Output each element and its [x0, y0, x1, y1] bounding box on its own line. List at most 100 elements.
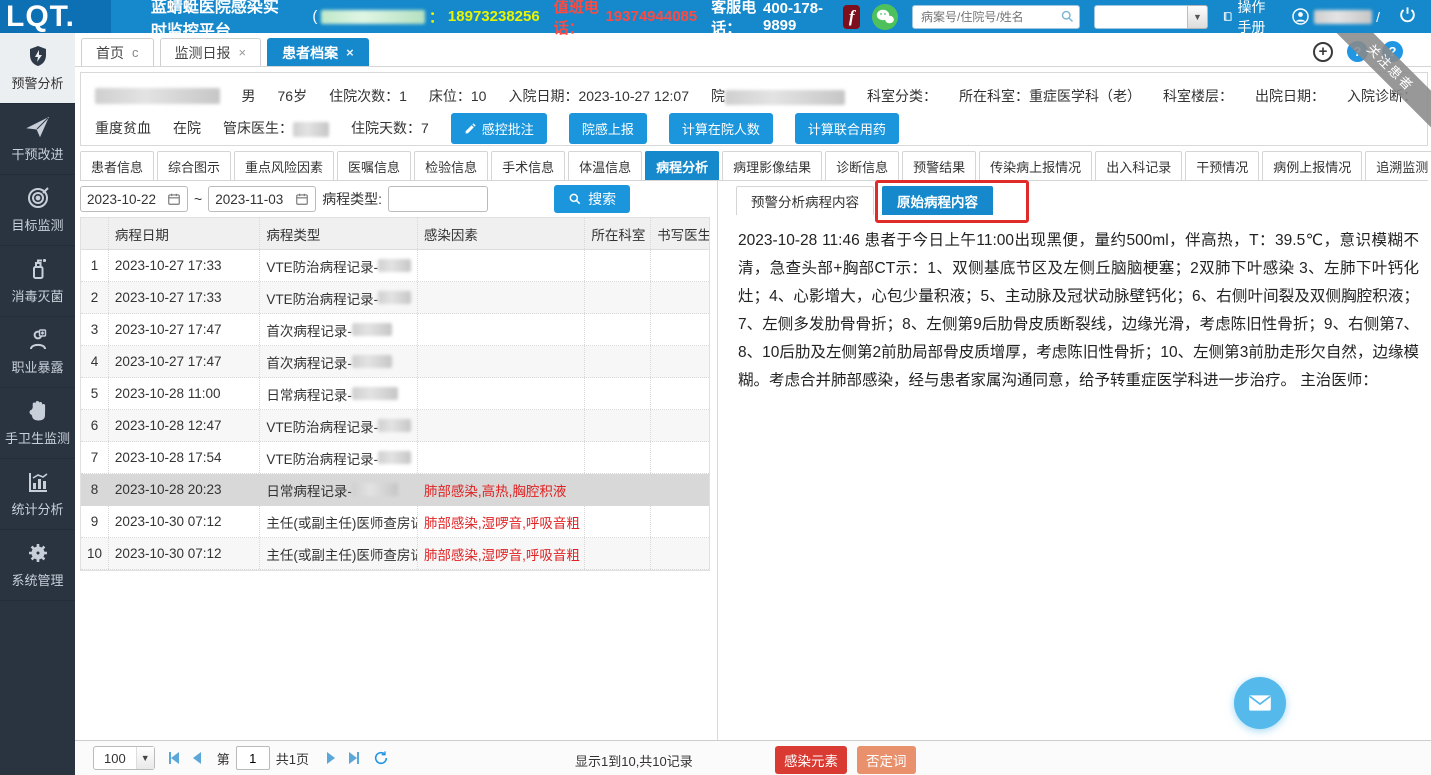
- first-page-button[interactable]: [169, 752, 179, 764]
- sidebar-item-occupational-exposure[interactable]: 职业暴露: [0, 317, 75, 388]
- sidebar-item-intervention[interactable]: 干预改进: [0, 104, 75, 175]
- sidebar-item-hand-hygiene[interactable]: 手卫生监测: [0, 388, 75, 459]
- last-page-button[interactable]: [349, 752, 359, 764]
- title-paren: (: [312, 8, 317, 25]
- header-dropdown[interactable]: ▼: [1094, 5, 1208, 29]
- course-type-input[interactable]: [388, 186, 488, 212]
- sidebar-item-target-monitor[interactable]: 目标监测: [0, 175, 75, 246]
- chevron-down-icon[interactable]: ▼: [1188, 5, 1208, 29]
- page-size-select[interactable]: 100 ▼: [93, 746, 155, 770]
- pagination-bar: 100 ▼ 第 共1页 显示1到10,共10记录 感染元素 否定词: [75, 740, 1431, 775]
- main-area: 首页 c 监测日报 × 患者档案 × + ? ? 关注患者 男 76岁 住院次数…: [75, 33, 1431, 775]
- hotline-label: ：: [429, 6, 444, 27]
- dropdown-field: [1094, 5, 1188, 29]
- tab-course-analysis[interactable]: 病程分析: [645, 151, 719, 180]
- table-row[interactable]: 10 2023-10-30 07:12 主任(或副主任)医师查房记录 肺部感染,…: [81, 538, 709, 570]
- tab-original-content[interactable]: 原始病程内容: [882, 186, 993, 215]
- tab-pathology-imaging[interactable]: 病理影像结果: [722, 151, 822, 180]
- tab-overview-chart[interactable]: 综合图示: [157, 151, 231, 180]
- close-icon[interactable]: ×: [346, 45, 354, 60]
- close-icon[interactable]: ×: [239, 45, 247, 60]
- tab-patient-archive[interactable]: 患者档案 ×: [267, 38, 369, 66]
- original-tab-wrap: 原始病程内容: [882, 186, 1001, 215]
- top-header: LQT. 蓝蜻蜓医院感染实时监控平台 ( ： 18973238256 值班电话：…: [0, 0, 1431, 33]
- combo-medication-button[interactable]: 计算联合用药: [795, 113, 899, 144]
- wechat-icon[interactable]: [872, 4, 898, 30]
- sidebar-item-warning-analysis[interactable]: 预警分析: [0, 33, 75, 104]
- tab-home[interactable]: 首页 c: [81, 38, 154, 66]
- tab-surgery[interactable]: 手术信息: [491, 151, 565, 180]
- sidebar-item-label: 手卫生监测: [5, 428, 70, 447]
- add-tab-icon[interactable]: +: [1313, 42, 1333, 62]
- negation-word-legend-button[interactable]: 否定词: [857, 746, 916, 774]
- patient-search-input[interactable]: [912, 5, 1080, 29]
- tab-orders[interactable]: 医嘱信息: [337, 151, 411, 180]
- tab-risk-factors[interactable]: 重点风险因素: [234, 151, 334, 180]
- sidebar-item-system-admin[interactable]: 系统管理: [0, 530, 75, 601]
- tab-lab-results[interactable]: 检验信息: [414, 151, 488, 180]
- table-row-selected[interactable]: 8 2023-10-28 20:23 日常病程记录- 肺部感染,高热,胸腔积液: [81, 474, 709, 506]
- redacted-doctor-name: [378, 291, 411, 304]
- hand-icon: [26, 399, 50, 423]
- help-icon-2[interactable]: ?: [1382, 41, 1403, 62]
- tab-case-report-status[interactable]: 病例上报情况: [1262, 151, 1362, 180]
- work-area: 2023-10-22 ~ 2023-11-03 病程类型:: [75, 181, 1431, 740]
- envelope-icon: [1247, 690, 1273, 716]
- logout-power-icon[interactable]: [1398, 5, 1417, 29]
- patient-dept-class: 科室分类：: [867, 86, 937, 106]
- search-button[interactable]: 搜索: [554, 185, 630, 213]
- tab-patient-info[interactable]: 患者信息: [80, 151, 154, 180]
- patient-info-row1: 男 76岁 住院次数：1 床位：10 入院日期：2023-10-27 12:07…: [95, 81, 1417, 111]
- duty-phone: 19374944085: [605, 8, 697, 25]
- manual-link[interactable]: 操作手册: [1222, 0, 1275, 37]
- refresh-icon[interactable]: c: [132, 45, 139, 60]
- page-number-input[interactable]: [236, 746, 270, 770]
- date-from-input[interactable]: 2023-10-22: [80, 186, 188, 212]
- table-row[interactable]: 5 2023-10-28 11:00 日常病程记录-: [81, 378, 709, 410]
- search-icon[interactable]: [1060, 9, 1075, 29]
- message-fab-button[interactable]: [1234, 677, 1286, 729]
- prev-page-button[interactable]: [193, 752, 201, 764]
- tab-warning-results[interactable]: 预警结果: [902, 151, 976, 180]
- infection-annotate-button[interactable]: 感控批注: [451, 113, 547, 144]
- tab-daily-report[interactable]: 监测日报 ×: [160, 38, 262, 66]
- sidebar-item-label: 消毒灭菌: [11, 286, 63, 305]
- table-row[interactable]: 9 2023-10-30 07:12 主任(或副主任)医师查房记录 肺部感染,湿…: [81, 506, 709, 538]
- table-row[interactable]: 3 2023-10-27 17:47 首次病程记录-: [81, 314, 709, 346]
- count-inhospital-button[interactable]: 计算在院人数: [669, 113, 773, 144]
- reload-icon[interactable]: [373, 750, 389, 766]
- bar-chart-icon: [26, 470, 50, 494]
- tabbar-tools: + ? ?: [1313, 41, 1431, 66]
- service-phone-label: 客服电话：: [711, 0, 763, 38]
- infection-element-legend-button[interactable]: 感染元素: [775, 746, 847, 774]
- patient-bed: 床位：10: [429, 86, 487, 106]
- table-row[interactable]: 1 2023-10-27 17:33 VTE防治病程记录-: [81, 250, 709, 282]
- sidebar-item-statistics[interactable]: 统计分析: [0, 459, 75, 530]
- sidebar-item-disinfection[interactable]: 消毒灭菌: [0, 246, 75, 317]
- patient-days: 住院天数：7: [351, 118, 429, 138]
- table-row[interactable]: 7 2023-10-28 17:54 VTE防治病程记录-: [81, 442, 709, 474]
- redacted-hospital-name: [321, 10, 425, 24]
- patient-tag-anemia: 重度贫血: [95, 118, 151, 138]
- manual-label: 操作手册: [1237, 0, 1275, 37]
- patient-discharge-date: 出院日期：: [1255, 86, 1325, 106]
- col-infection-factors: 感染因素: [418, 218, 585, 249]
- flash-icon[interactable]: f: [843, 5, 860, 29]
- spray-bottle-icon: [26, 257, 50, 281]
- tab-transfer-records[interactable]: 出入科记录: [1095, 151, 1182, 180]
- hospital-infection-report-button[interactable]: 院感上报: [569, 113, 647, 144]
- table-row[interactable]: 4 2023-10-27 17:47 首次病程记录-: [81, 346, 709, 378]
- next-page-button[interactable]: [327, 752, 335, 764]
- tab-diagnosis[interactable]: 诊断信息: [825, 151, 899, 180]
- tab-intervention-status[interactable]: 干预情况: [1185, 151, 1259, 180]
- help-icon[interactable]: ?: [1347, 41, 1368, 62]
- tab-trace-monitor[interactable]: 追溯监测: [1365, 151, 1431, 180]
- table-header-row: 病程日期 病程类型 感染因素 所在科室 书写医生: [81, 218, 709, 250]
- tab-warning-analysis-content[interactable]: 预警分析病程内容: [736, 186, 874, 215]
- table-row[interactable]: 2 2023-10-27 17:33 VTE防治病程记录-: [81, 282, 709, 314]
- table-row[interactable]: 6 2023-10-28 12:47 VTE防治病程记录-: [81, 410, 709, 442]
- tab-temperature[interactable]: 体温信息: [568, 151, 642, 180]
- date-to-input[interactable]: 2023-11-03: [208, 186, 316, 212]
- user-account[interactable]: /: [1291, 7, 1380, 26]
- tab-infectious-report[interactable]: 传染病上报情况: [979, 151, 1092, 180]
